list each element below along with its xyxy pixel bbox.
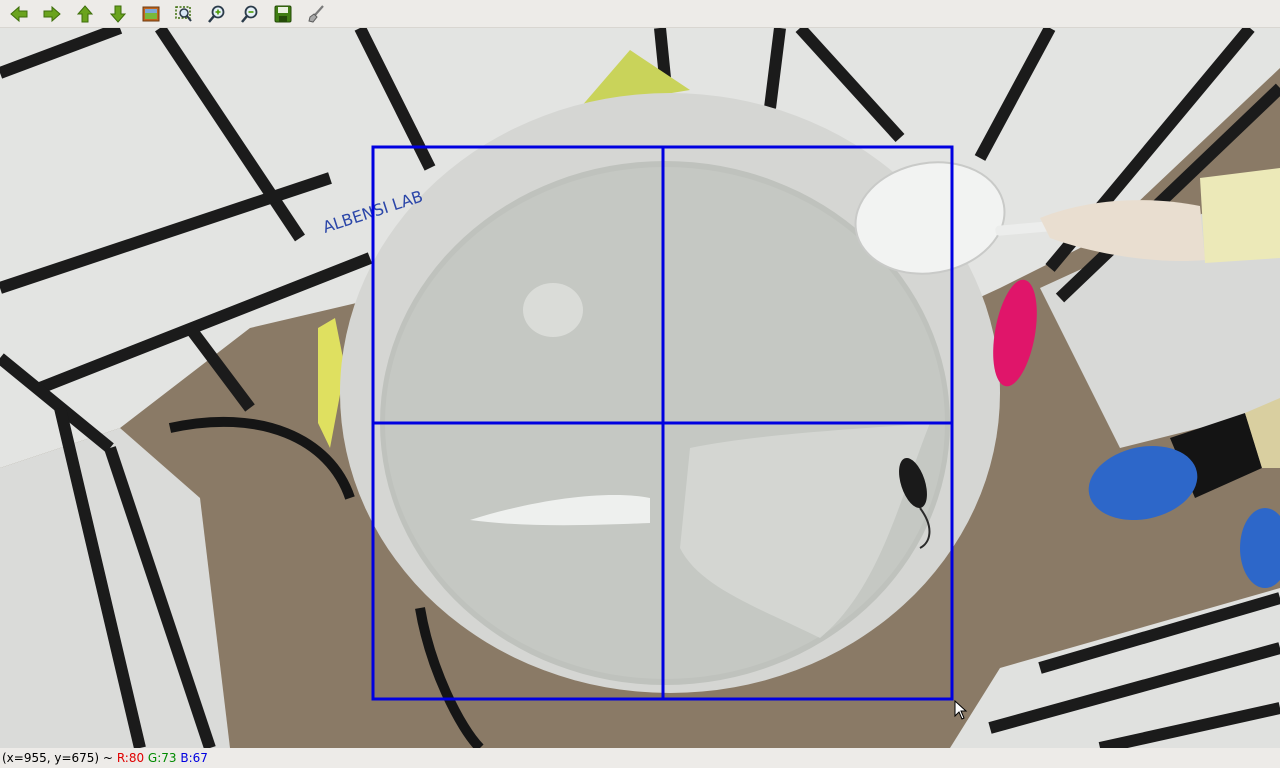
save-icon [274,5,292,23]
zoom-in-icon [208,5,225,23]
arrow-left-icon [10,5,28,23]
zoom-out-button[interactable] [238,2,262,26]
pan-left-button[interactable] [7,2,31,26]
save-button[interactable] [271,2,295,26]
zoom-region-button[interactable] [172,2,196,26]
zoom-region-icon [175,6,192,22]
properties-button[interactable] [304,2,328,26]
brush-icon [308,5,324,23]
zoom-out-icon [241,5,258,23]
zoom-in-button[interactable] [205,2,229,26]
pixel-red-value: R:80 [116,751,145,765]
pixel-green-value: G:73 [147,751,177,765]
pixel-blue-value: B:67 [180,751,208,765]
pan-right-button[interactable] [40,2,64,26]
pan-down-button[interactable] [106,2,130,26]
pan-up-button[interactable] [73,2,97,26]
camera-frame: ALBENSI LAB [0,28,1280,748]
arrow-right-icon [43,5,61,23]
image-viewport[interactable]: ALBENSI LAB [0,28,1280,748]
status-bar: (x=955, y=675) ~ R:80 G:73 B:67 [0,748,1280,768]
cursor-coordinates: (x=955, y=675) ~ [2,751,113,765]
zoom-fit-button[interactable] [139,2,163,26]
picture-icon [142,6,160,22]
arrow-down-icon [109,5,127,23]
arrow-up-icon [76,5,94,23]
toolbar [0,0,1280,28]
